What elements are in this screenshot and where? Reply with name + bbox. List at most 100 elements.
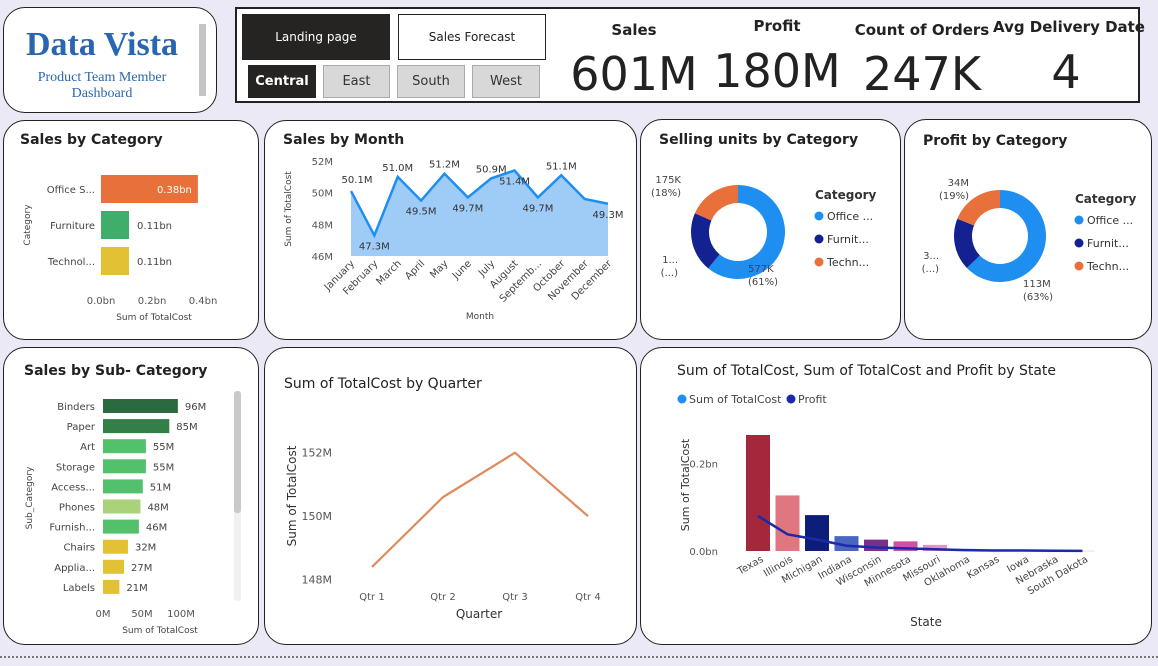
sales-by-month-chart: 46M 48M 50M 52M 50.1M 47.3M 51.0M 49.5M 51.2M 49.…: [284, 157, 623, 322]
legend-marker: [1074, 238, 1084, 248]
logo-card: Data Vista Product Team Member Dashboard: [3, 7, 217, 113]
bar-2: [103, 439, 146, 454]
data-label: 51.1M: [546, 161, 577, 172]
selling-units-chart: 577K (61%) 1... (...) 175K (18%) Category Offic…: [651, 175, 877, 288]
legend-label: Office ...: [1087, 214, 1133, 227]
y-tick-label: 48M: [312, 220, 333, 231]
brand-subtitle-line1: Product Team Member: [37, 70, 167, 85]
kpi-profit-label: Profit: [753, 17, 801, 35]
x-tick-label: March: [375, 258, 404, 287]
percent-label: (63%): [1023, 292, 1053, 303]
data-label: 1...: [662, 255, 678, 266]
category-label: Access...: [51, 482, 95, 493]
x-tick-label: 0.4bn: [189, 296, 218, 307]
bar-1: [101, 211, 130, 239]
data-label: 96M: [185, 402, 206, 413]
bar-4: [864, 539, 888, 551]
sales-by-category-chart: Office S... 0.38bn Furniture 0.11bn Technol.…: [23, 175, 218, 323]
kpi-delivery-label: Avg Delivery Date: [993, 18, 1145, 36]
scrollbar-thumb[interactable]: [234, 391, 241, 513]
data-label: 51.0M: [382, 163, 413, 174]
landing-page-button[interactable]: Landing page: [242, 14, 390, 60]
data-label: 27M: [131, 563, 152, 574]
bar-0: [103, 399, 178, 413]
kpi-orders-value: 247K: [863, 47, 981, 101]
sales-forecast-button[interactable]: Sales Forecast: [398, 14, 546, 60]
quarter-card: Sum of TotalCost by Quarter 148M 150M 152M…: [264, 347, 637, 645]
bar-2: [805, 515, 829, 551]
data-label: 51M: [150, 482, 171, 493]
category-label: Furnish...: [49, 523, 95, 534]
sales-by-month-card: Sales by Month 46M 48M 50M 52M 50.1M 47.3M 51.…: [264, 120, 637, 340]
percent-label: (...): [661, 268, 678, 279]
data-label: 21M: [126, 583, 147, 594]
x-tick-label: Qtr 4: [575, 592, 600, 603]
x-tick-label: April: [403, 258, 427, 282]
kpi-profit-value: 180M: [713, 44, 841, 98]
data-label: 48M: [147, 503, 168, 514]
legend-title: Category: [815, 188, 877, 202]
x-axis-label: Month: [466, 312, 494, 322]
x-tick-label: 0.0bn: [87, 296, 116, 307]
legend-marker: [677, 394, 687, 404]
region-button-east[interactable]: East: [323, 65, 390, 98]
series-line: [371, 451, 589, 568]
x-axis-label: State: [910, 615, 942, 629]
data-label: 51.2M: [429, 160, 460, 171]
x-tick-label: Qtr 3: [502, 592, 527, 603]
kpi-orders-label: Count of Orders: [854, 21, 990, 39]
region-button-central[interactable]: Central: [248, 65, 316, 98]
percent-label: (61%): [748, 277, 778, 288]
data-label: 55M: [153, 442, 174, 453]
category-label: Phones: [59, 503, 95, 514]
x-axis-label: Sum of TotalCost: [116, 313, 192, 323]
data-label: 55M: [153, 462, 174, 473]
bar-6: [103, 519, 139, 534]
percent-label: (19%): [939, 191, 969, 202]
kpi-sales-value: 601M: [570, 47, 698, 101]
bar-3: [103, 459, 146, 474]
x-axis-label: Quarter: [456, 607, 502, 621]
y-axis-label: Category: [23, 204, 33, 246]
x-axis-label: Sum of TotalCost: [122, 626, 198, 636]
y-tick-label: 0.0bn: [689, 547, 718, 558]
x-tick-label: Qtr 1: [359, 592, 384, 603]
y-tick-label: 50M: [312, 189, 333, 200]
legend-marker: [814, 257, 824, 267]
percent-label: (...): [922, 264, 939, 275]
x-tick-label: Qtr 2: [430, 592, 455, 603]
category-label: Labels: [63, 583, 95, 594]
data-label: 50.1M: [342, 175, 373, 186]
sales-by-category-card: Sales by Category Office S... 0.38bn Furni…: [3, 120, 259, 340]
category-label: Chairs: [63, 543, 95, 554]
by-state-chart: 0.2bn0.0bnTexasIllinoisMichiganIndianaWi…: [677, 393, 1095, 629]
data-label: 49.7M: [452, 203, 483, 214]
sales-by-subcategory-chart: Binders 96M Paper 85M Art 55M Storage 55M Access…: [25, 399, 206, 636]
y-tick-label: 152M: [302, 447, 333, 460]
x-tick-label: 50M: [131, 609, 152, 620]
profit-by-category-card: Profit by Category 113M (63%) 3... (...) 34M…: [904, 119, 1152, 340]
bar-4: [103, 479, 143, 494]
brand-subtitle-line2: Dashboard: [71, 86, 133, 101]
region-button-south[interactable]: South: [397, 65, 465, 98]
chart-scrollbar[interactable]: [234, 391, 241, 601]
x-tick-label: May: [428, 258, 450, 280]
category-label: Storage: [56, 462, 95, 473]
brand-title: Data Vista: [25, 26, 179, 63]
data-label: 113M: [1023, 279, 1051, 290]
data-label: 47.3M: [359, 241, 390, 252]
region-button-west[interactable]: West: [472, 65, 540, 98]
top-bar: Landing page Sales Forecast Central East…: [235, 7, 1145, 103]
kpi-delivery-value: 4: [1051, 45, 1081, 99]
legend-marker: [786, 394, 796, 404]
legend-marker: [814, 211, 824, 221]
category-label: Applia...: [54, 563, 95, 574]
legend-label: Sum of TotalCost: [689, 393, 782, 406]
y-axis-label: Sum of TotalCost: [284, 171, 294, 247]
bar-0: [746, 435, 770, 551]
brand-subtitle: Product Team Member Dashboard: [4, 70, 200, 102]
donut-slice-2: [694, 185, 738, 221]
selling-units-card: Selling units by Category 577K (61%) 1...(…: [640, 119, 901, 340]
bar-1: [103, 419, 170, 434]
y-tick-label: 150M: [302, 510, 333, 523]
